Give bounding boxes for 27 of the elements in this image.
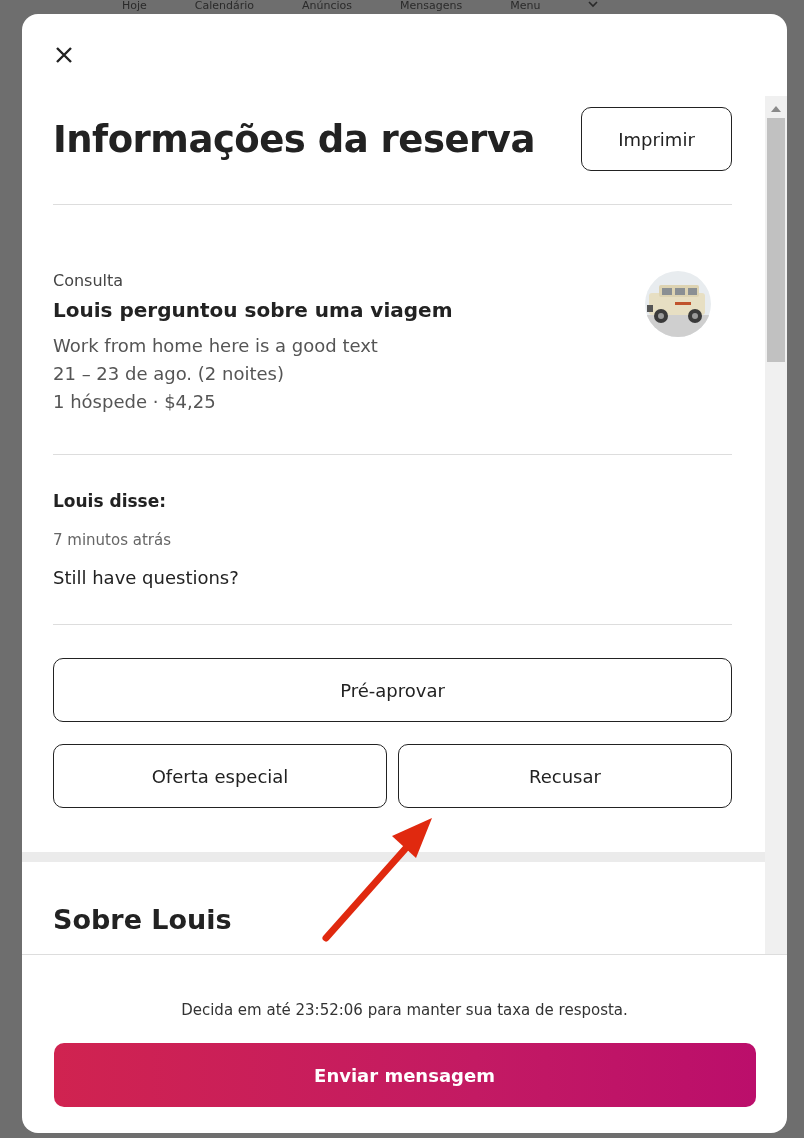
print-button[interactable]: Imprimir xyxy=(581,107,732,171)
nav-item[interactable]: Menu xyxy=(510,0,541,11)
action-button[interactable]: Recusar xyxy=(398,744,732,808)
nav-item[interactable]: Calendário xyxy=(194,0,255,11)
message-author: Louis disse: xyxy=(53,491,168,511)
trip-detail: Work from home here is a good text xyxy=(53,334,379,358)
trip-detail: 21 – 23 de ago. (2 noites) xyxy=(53,362,285,386)
send-message-button[interactable]: Enviar mensagem xyxy=(53,1043,756,1107)
message-text: Still have questions? xyxy=(53,567,240,588)
action-button[interactable]: Pré-aprovar xyxy=(53,658,732,722)
deadline-note: Decida em até 23:52:06 para manter sua taxa de resposta. xyxy=(181,1001,628,1019)
scrollbar[interactable] xyxy=(765,96,787,954)
section-heading: Sobre Louis xyxy=(53,904,232,935)
inquiry-label: Consulta xyxy=(53,271,125,290)
nav-item[interactable]: Hoje xyxy=(122,0,147,11)
caret-icon xyxy=(588,0,599,8)
close-icon xyxy=(54,45,74,65)
action-button[interactable]: Oferta especial xyxy=(53,744,387,808)
inquiry-heading: Louis perguntou sobre uma viagem xyxy=(53,298,453,322)
scroll-up-icon[interactable] xyxy=(771,106,781,112)
trip-detail: 1 hóspede · $4,25 xyxy=(53,390,217,414)
nav-item[interactable]: Anúncios xyxy=(302,0,353,11)
scrollbar-thumb[interactable] xyxy=(767,118,785,362)
dialog-title: Informações da reserva xyxy=(53,117,535,161)
close-button[interactable] xyxy=(54,45,74,65)
message-time: 7 minutos atrás xyxy=(53,531,172,549)
nav-item[interactable]: Mensagens xyxy=(400,0,463,11)
